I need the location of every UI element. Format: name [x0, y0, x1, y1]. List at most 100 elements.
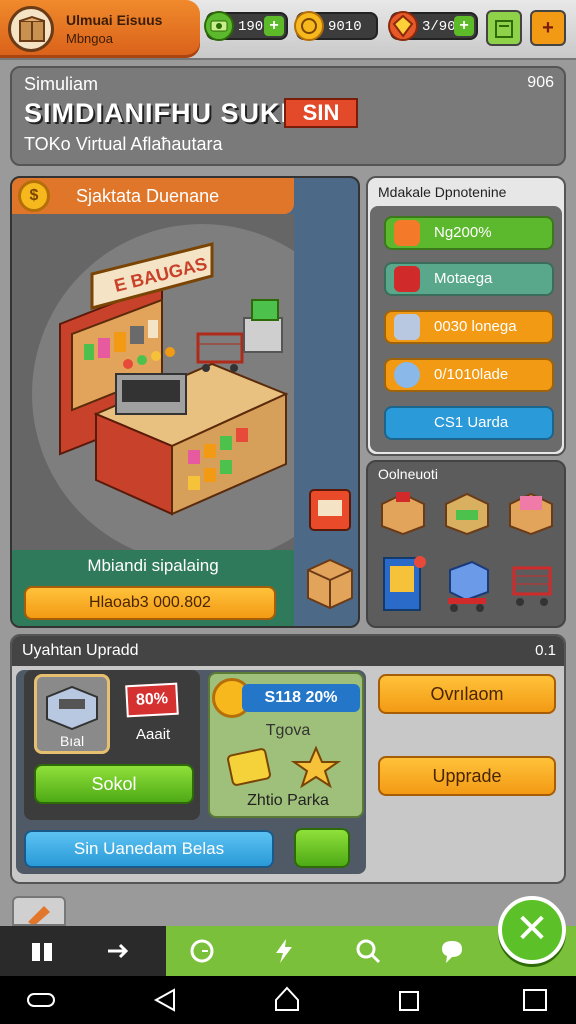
- inventory-panel: Oolneuoti: [366, 460, 566, 628]
- percent-label: Aaait: [136, 726, 171, 743]
- coin-value: 9010: [328, 19, 362, 35]
- stats-title: Mdakale Dpnotenine: [378, 184, 507, 200]
- shop-header-card: Simuliam 906 SIMDIANIFHU SUKIS SIN TOKo …: [10, 66, 566, 166]
- coin-icon: $: [18, 180, 50, 212]
- avatar[interactable]: [8, 6, 54, 52]
- player-name: Ulmuai Eisuus: [66, 12, 163, 28]
- corner-tab[interactable]: [12, 896, 66, 926]
- cash-icon: [204, 11, 234, 41]
- box-avatar-icon: [19, 15, 45, 42]
- close-button[interactable]: ✕: [498, 896, 566, 964]
- add-gem-button[interactable]: +: [454, 16, 474, 36]
- close-icon: ✕: [515, 907, 549, 951]
- toolbox-icon[interactable]: [378, 486, 428, 536]
- upgrade-green-button[interactable]: Sokol: [34, 764, 194, 804]
- boost-label: Tgova: [265, 722, 311, 739]
- upgrade-panel: Uyahtan Upradd 0.1 Bıal 80% Aaait Sokol …: [10, 634, 566, 884]
- gift-box-icon[interactable]: [506, 486, 556, 536]
- star-icon: [290, 745, 342, 789]
- window-icon[interactable]: [520, 976, 550, 1024]
- shop-panel: $ Sjaktata Duenane E BAUGAS Mbiandi sipa…: [10, 176, 360, 628]
- boost-card[interactable]: S118 20% Tgova Zhtio Parka: [208, 672, 364, 818]
- coin-counter[interactable]: 9010: [294, 11, 378, 41]
- stat-label: 0030 lonega: [434, 318, 517, 335]
- stat-row[interactable]: CS1 Uarda: [384, 406, 554, 440]
- upgrade-option-button[interactable]: Ovrılaom: [378, 674, 556, 714]
- shop-title: Sjaktata Duenane: [76, 186, 220, 206]
- shop-buy-button[interactable]: Hlaoab3 000.802: [24, 586, 276, 620]
- printer-icon: [394, 314, 420, 340]
- plus-icon: +: [542, 17, 554, 39]
- cardboard-box-icon[interactable]: [304, 554, 356, 615]
- cash-counter[interactable]: 1900 +: [204, 11, 288, 41]
- boost-rewards: [227, 745, 342, 789]
- shop-footer-label: Mbiandi sipalaing: [87, 556, 219, 575]
- jar-icon: [394, 362, 420, 388]
- title-badge: SIN: [284, 98, 358, 128]
- shop-scene[interactable]: E BAUGAS: [12, 214, 294, 550]
- upgrade-title: Uyahtan Upradd: [22, 642, 139, 659]
- drawer-box-icon: [46, 685, 98, 731]
- chat-icon[interactable]: [422, 926, 482, 976]
- cash-register-icon[interactable]: [304, 478, 356, 545]
- crate-icon[interactable]: [442, 486, 492, 536]
- bottom-nav: [0, 926, 576, 976]
- coin-icon: [294, 11, 324, 41]
- search-icon[interactable]: [338, 926, 398, 976]
- header-subtitle: TOKo Virtual Aflaħautara: [24, 134, 223, 154]
- percent-badge: 80%: [125, 682, 179, 718]
- boost-value: S118 20%: [242, 684, 360, 712]
- inventory-title: Oolneuoti: [378, 466, 438, 482]
- upgrade-item-label: Bıal: [59, 733, 85, 749]
- system-nav-bar: [0, 976, 576, 1024]
- header-number: 906: [527, 74, 554, 91]
- stat-label: CS1 Uarda: [434, 414, 509, 431]
- calendar-button[interactable]: [486, 10, 522, 46]
- upgrade-button[interactable]: Upprade: [378, 756, 556, 796]
- settings-button[interactable]: +: [530, 10, 566, 46]
- upgrade-options: Bıal 80% Aaait Sokol S118 20% Tgova Zhti…: [16, 670, 366, 874]
- cart-trolley-icon[interactable]: [442, 554, 492, 612]
- stat-row[interactable]: 0/1010lade: [384, 358, 554, 392]
- player-subtitle: Mbngoa: [66, 31, 113, 46]
- shopping-cart-icon[interactable]: [506, 554, 556, 606]
- stat-label: Ng200%: [434, 224, 492, 241]
- stat-label: 0/1010lade: [434, 366, 509, 383]
- recents-icon[interactable]: [394, 976, 424, 1024]
- gem-counter[interactable]: 3/906 +: [388, 11, 478, 41]
- add-cash-button[interactable]: +: [264, 16, 284, 36]
- clock-icon[interactable]: [172, 926, 232, 976]
- stat-label: Motaega: [434, 270, 493, 287]
- player-profile[interactable]: Ulmuai Eisuus Mbngoa: [0, 0, 200, 58]
- shop-panel-header: $ Sjaktata Duenane: [12, 178, 294, 214]
- box-icon: [394, 220, 420, 246]
- upgrade-item-tile[interactable]: Bıal: [34, 674, 110, 754]
- upgrade-header: Uyahtan Upradd 0.1: [12, 636, 564, 666]
- vending-machine-icon[interactable]: [378, 554, 428, 611]
- upgrade-item-card: Bıal 80% Aaait Sokol: [24, 670, 200, 820]
- stat-row[interactable]: 0030 lonega: [384, 310, 554, 344]
- boost-footer: Zhtio Parka: [247, 792, 329, 809]
- gamepad-icon[interactable]: [24, 976, 58, 1024]
- shop-stall-illustration: E BAUGAS: [32, 224, 294, 550]
- stats-list: Ng200% Motaega 0030 lonega 0/1010lade CS…: [370, 206, 562, 452]
- stats-panel: Mdakale Dpnotenine Ng200% Motaega 0030 l…: [366, 176, 566, 456]
- shop-footer: Mbiandi sipalaing Hlaoab3 000.802: [12, 550, 294, 626]
- back-icon[interactable]: [150, 976, 180, 1024]
- lightning-icon[interactable]: [254, 926, 314, 976]
- gem-icon: [388, 11, 418, 41]
- confirm-green-button[interactable]: [294, 828, 350, 868]
- header-title: Simuliam: [24, 74, 99, 94]
- upgrade-blue-button[interactable]: Sin Uanedam Belas: [24, 830, 274, 868]
- home-icon[interactable]: [12, 926, 72, 976]
- top-bar: Ulmuai Eisuus Mbngoa 1900 + 9010 3/906 +…: [0, 0, 576, 60]
- home-system-icon[interactable]: [272, 976, 302, 1024]
- ticket-icon: [227, 748, 271, 786]
- stat-row[interactable]: Motaega: [384, 262, 554, 296]
- transfer-icon[interactable]: [88, 926, 148, 976]
- calendar-icon: [495, 20, 513, 38]
- hammer-icon: [28, 906, 50, 926]
- upgrade-number: 0.1: [535, 642, 556, 659]
- stat-row[interactable]: Ng200%: [384, 216, 554, 250]
- crate-icon: [394, 266, 420, 292]
